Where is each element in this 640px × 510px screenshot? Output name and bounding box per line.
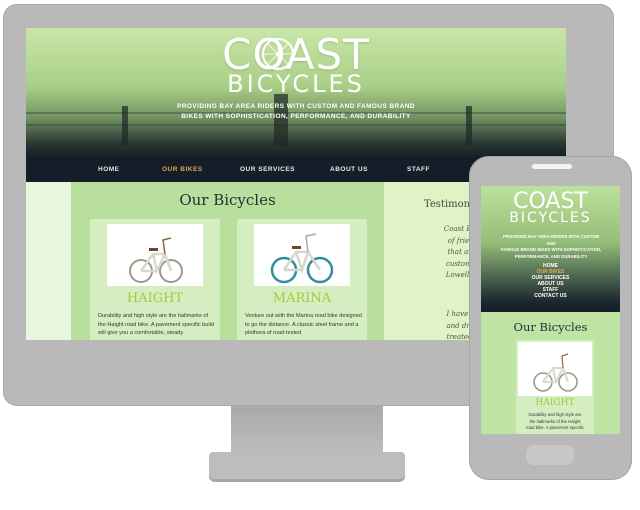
left-gutter [26, 182, 71, 340]
bicycle-image [129, 237, 183, 283]
bike-description: Durability and high style are the hallma… [520, 412, 590, 432]
hero-tagline: PROVIDING BAY AREA RIDERS WITH CUSTOM AN… [176, 102, 416, 122]
mobile-section-heading: Our Bicycles [513, 320, 588, 334]
bike-photo [518, 342, 592, 396]
tagline-line: PROVIDING BAY AREA RIDERS WITH CUSTOM AN… [502, 234, 600, 246]
bike-card-marina[interactable]: MARINA Venture out with the Marina road … [237, 219, 367, 340]
phone-home-button[interactable] [526, 445, 574, 465]
phone-speaker [532, 164, 572, 169]
mobile-logo-subtitle: BICYCLES [509, 210, 592, 226]
bike-card-haight[interactable]: HAIGHT Durability and high style are the… [90, 219, 220, 340]
bicycle-wheel-icon [262, 38, 294, 70]
nav-staff[interactable]: STAFF [407, 166, 430, 173]
mobile-phone: COAST BICYCLES PROVIDING BAY AREA RIDERS… [469, 156, 632, 480]
tagline-line: BIKES WITH SOPHISTICATION, PERFORMANCE, … [181, 113, 411, 120]
hero-banner: COAST BICYCLES PROVIDING BAY AREA RIDERS… [26, 28, 566, 158]
mobile-screen: COAST BICYCLES PROVIDING BAY AREA RIDERS… [481, 186, 620, 434]
mobile-tagline: PROVIDING BAY AREA RIDERS WITH CUSTOM AN… [499, 234, 603, 260]
nav-home[interactable]: HOME [98, 166, 120, 173]
bridge-railing [26, 124, 566, 126]
mobile-bike-card-haight[interactable]: HAIGHT Durability and high style are the… [516, 340, 594, 434]
tagline-line: FAMOUS BRAND BIKES WITH SOPHISTICATION, [500, 247, 602, 252]
description-line: Durability and high style are [528, 412, 582, 417]
bicycle-image [270, 233, 334, 284]
bike-name[interactable]: MARINA [237, 291, 367, 306]
mobile-nav: HOME OUR BIKES OUR SERVICES ABOUT US STA… [481, 263, 620, 299]
mobile-hero: COAST BICYCLES PROVIDING BAY AREA RIDERS… [481, 186, 620, 312]
bridge-post [122, 106, 128, 146]
tagline-line: PERFORMANCE, AND DURABILITY [514, 253, 588, 259]
tagline-line: PROVIDING BAY AREA RIDERS WITH CUSTOM AN… [177, 103, 415, 110]
bicycles-section: Our Bicycles HAIGHT Durability and high … [71, 182, 384, 340]
section-heading: Our Bicycles [179, 191, 276, 209]
monitor-stand-neck [231, 406, 383, 454]
mobile-nav-contact[interactable]: CONTACT US [481, 293, 620, 299]
nav-our-services[interactable]: OUR SERVICES [240, 166, 295, 173]
monitor-stand-base [209, 452, 405, 482]
bike-description: Durability and high style are the hallma… [98, 313, 214, 336]
logo-subtitle: BICYCLES [227, 70, 365, 98]
bike-photo [107, 224, 203, 286]
nav-our-bikes[interactable]: OUR BIKES [162, 166, 203, 173]
bike-photo [254, 224, 350, 286]
bike-description: Venture out with the Marina road bike de… [245, 313, 362, 336]
bike-name[interactable]: HAIGHT [90, 291, 220, 306]
nav-about-us[interactable]: ABOUT US [330, 166, 368, 173]
bike-name[interactable]: HAIGHT [516, 398, 594, 408]
description-line: road bike. A pavement specific [525, 425, 585, 430]
bridge-post [466, 106, 472, 146]
bicycle-image [533, 353, 578, 392]
